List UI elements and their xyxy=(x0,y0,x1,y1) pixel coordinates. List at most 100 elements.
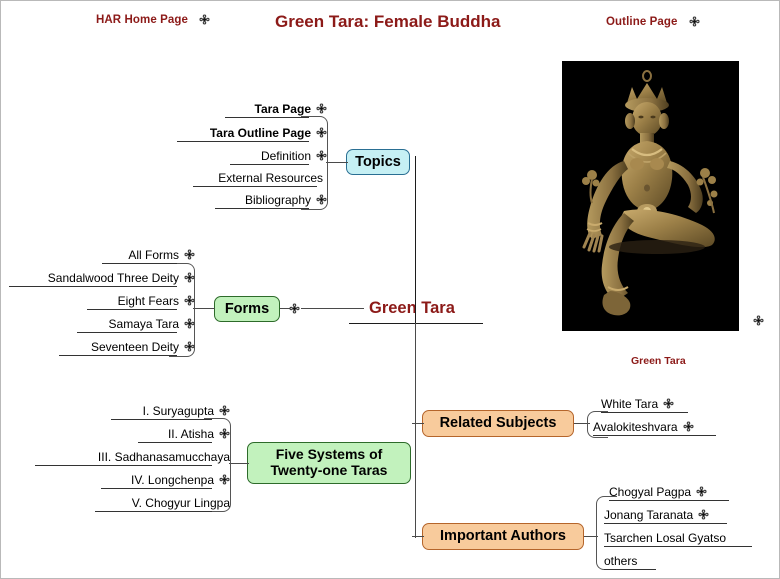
leaf-underline xyxy=(225,117,309,118)
leaf-chogyur-lingpa[interactable]: V. Chogyur Lingpa xyxy=(61,495,230,512)
branch-node-five-systems[interactable]: Five Systems of Twenty-one Taras xyxy=(247,442,411,484)
flower-link-icon[interactable] xyxy=(219,405,230,416)
leaf-label: Sandalwood Three Deity xyxy=(47,270,179,285)
flower-link-icon[interactable] xyxy=(184,249,195,260)
leaf-underline xyxy=(9,286,177,287)
flower-link-icon[interactable] xyxy=(663,398,674,409)
flower-link-icon[interactable] xyxy=(184,272,195,283)
branch-node-five-systems-label-line2: Twenty-one Taras xyxy=(270,462,388,478)
branch-node-forms[interactable]: Forms xyxy=(214,296,280,322)
leaf-underline xyxy=(230,164,309,165)
center-left-stub xyxy=(334,308,364,309)
flower-link-icon[interactable] xyxy=(199,14,210,26)
leaf-others[interactable]: others xyxy=(604,553,637,570)
flower-link-icon[interactable] xyxy=(316,194,327,205)
flower-link-icon[interactable] xyxy=(316,103,327,114)
flower-link-icon[interactable] xyxy=(219,474,230,485)
leaf-label: White Tara xyxy=(601,396,659,411)
leaf-label: II. Atisha xyxy=(167,426,214,441)
related-subjects-left-connector xyxy=(412,423,424,424)
outline-page-link[interactable]: Outline Page xyxy=(606,16,700,28)
leaf-jonang-taranata[interactable]: Jonang Taranata xyxy=(604,507,709,524)
leaf-label: others xyxy=(604,553,638,568)
leaf-underline xyxy=(609,500,729,501)
leaf-underline xyxy=(102,263,177,264)
leaf-underline xyxy=(604,523,727,524)
flower-link-icon[interactable] xyxy=(219,428,230,439)
branch-node-related-subjects[interactable]: Related Subjects xyxy=(422,410,574,437)
flower-link-icon[interactable] xyxy=(184,318,195,329)
leaf-all-forms[interactable]: All Forms xyxy=(41,247,195,264)
forms-connector xyxy=(193,308,215,309)
leaf-label: Eight Fears xyxy=(117,293,179,308)
flower-link-icon[interactable] xyxy=(696,486,707,497)
har-home-page-label: HAR Home Page xyxy=(96,14,189,26)
leaf-underline xyxy=(193,186,317,187)
branch-node-topics[interactable]: Topics xyxy=(346,149,410,175)
leaf-external-resources[interactable]: External Resources xyxy=(161,170,323,187)
leaf-tara-outline-page[interactable]: Tara Outline Page xyxy=(161,125,327,142)
leaf-label: Avalokiteshvara xyxy=(593,419,678,434)
leaf-suryagupta[interactable]: I. Suryagupta xyxy=(81,403,230,420)
leaf-underline xyxy=(35,465,212,466)
flower-link-icon[interactable] xyxy=(698,509,709,520)
leaf-avalokiteshvara[interactable]: Avalokiteshvara xyxy=(593,419,694,436)
branch-node-related-subjects-label: Related Subjects xyxy=(439,415,557,432)
leaf-sadhanasamucchaya[interactable]: III. Sadhanasamucchaya xyxy=(21,449,230,466)
flower-link-icon[interactable] xyxy=(316,150,327,161)
leaf-tsarchen-losal-gyatso[interactable]: Tsarchen Losal Gyatso xyxy=(604,530,726,547)
leaf-atisha[interactable]: II. Atisha xyxy=(81,426,230,443)
leaf-label: Bibliography xyxy=(244,192,311,207)
leaf-white-tara[interactable]: White Tara xyxy=(601,396,674,413)
five-systems-connector xyxy=(229,463,249,464)
leaf-seventeen-deity[interactable]: Seventeen Deity xyxy=(31,339,195,356)
leaf-label: Chogyal Pagpa xyxy=(609,484,692,499)
leaf-label: Jonang Taranata xyxy=(604,507,694,522)
flower-link-icon[interactable] xyxy=(316,127,327,138)
leaf-underline xyxy=(593,435,716,436)
forms-center-connector xyxy=(301,308,334,309)
leaf-underline xyxy=(111,419,212,420)
photo-caption: Green Tara xyxy=(631,355,686,367)
leaf-underline xyxy=(177,141,309,142)
leaf-label: Samaya Tara xyxy=(108,316,179,331)
leaf-chogyal-pagpa[interactable]: Chogyal Pagpa xyxy=(609,484,707,501)
leaf-underline xyxy=(59,355,177,356)
leaf-label: III. Sadhanasamucchaya xyxy=(97,449,230,464)
green-tara-photo[interactable] xyxy=(562,61,739,331)
leaf-label: IV. Longchenpa xyxy=(131,472,214,487)
flower-link-icon[interactable] xyxy=(689,16,700,28)
tara-statue-illustration xyxy=(562,61,739,331)
flower-link-icon[interactable] xyxy=(682,421,694,432)
leaf-underline xyxy=(87,309,177,310)
leaf-longchenpa[interactable]: IV. Longchenpa xyxy=(61,472,230,489)
leaf-definition[interactable]: Definition xyxy=(181,148,327,165)
leaf-tara-page[interactable]: Tara Page xyxy=(181,101,327,118)
flower-link-icon[interactable] xyxy=(753,315,764,326)
leaf-underline xyxy=(101,488,212,489)
leaf-label: External Resources xyxy=(218,170,323,185)
branch-node-five-systems-label-line1: Five Systems of xyxy=(275,446,383,463)
topics-connector xyxy=(326,162,348,163)
flower-link-icon[interactable] xyxy=(289,303,300,314)
leaf-bibliography[interactable]: Bibliography xyxy=(181,192,327,209)
center-underline xyxy=(349,323,483,324)
branch-node-topics-label: Topics xyxy=(355,153,401,170)
leaf-label: All Forms xyxy=(128,247,179,262)
leaf-samaya-tara[interactable]: Samaya Tara xyxy=(41,316,195,333)
leaf-underline xyxy=(95,511,212,512)
branch-node-important-authors[interactable]: Important Authors xyxy=(422,523,584,550)
leaf-label: Tara Outline Page xyxy=(209,125,311,140)
flower-link-icon[interactable] xyxy=(184,295,195,306)
center-node-label[interactable]: Green Tara xyxy=(369,299,455,318)
leaf-sandalwood-three-deity[interactable]: Sandalwood Three Deity xyxy=(1,270,195,287)
leaf-underline xyxy=(601,412,688,413)
mindmap-canvas: HAR Home Page Green Tara: Female Buddha … xyxy=(1,1,779,578)
leaf-label: Definition xyxy=(260,148,311,163)
leaf-eight-fears[interactable]: Eight Fears xyxy=(41,293,195,310)
flower-link-icon[interactable] xyxy=(184,341,195,352)
branch-node-forms-label: Forms xyxy=(224,300,270,317)
leaf-label: V. Chogyur Lingpa xyxy=(131,495,230,510)
important-authors-left-connector xyxy=(412,536,424,537)
har-home-page-link[interactable]: HAR Home Page xyxy=(96,14,210,26)
